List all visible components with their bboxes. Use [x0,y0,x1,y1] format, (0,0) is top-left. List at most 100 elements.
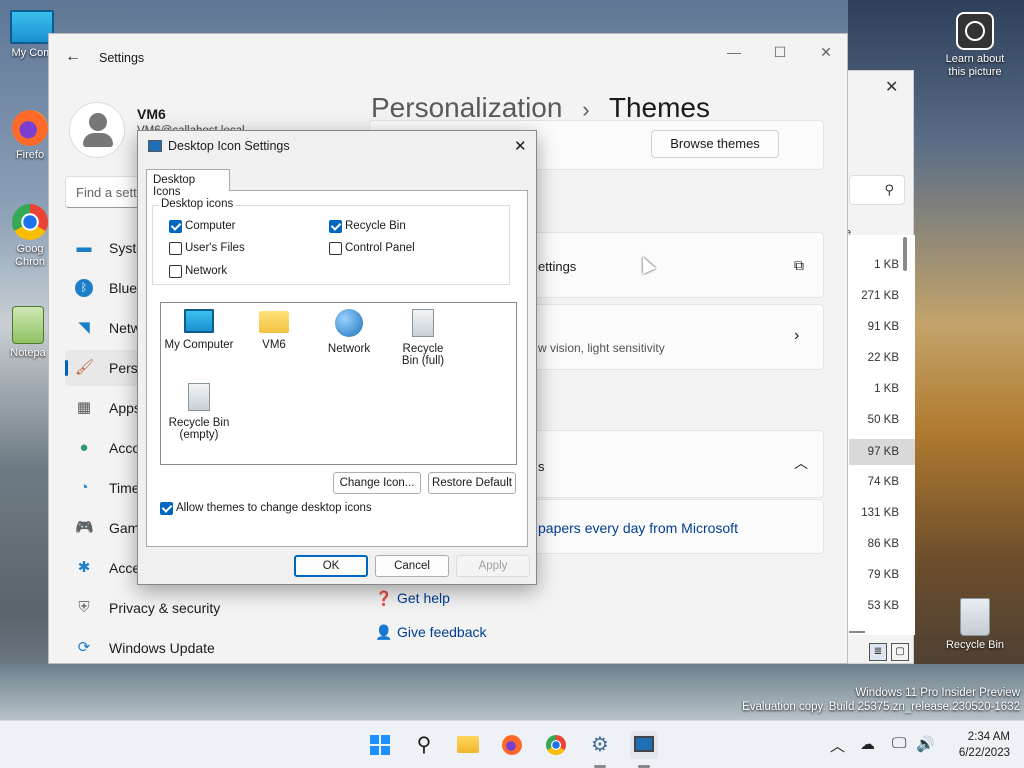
chrome-icon [12,204,48,240]
breadcrumb-separator: › [582,97,590,122]
search-box[interactable]: ⚲ [849,175,905,205]
file-size: 131 KB [861,507,899,519]
checkbox-box[interactable] [329,220,342,233]
avatar[interactable] [69,102,125,158]
cancel-button[interactable]: Cancel [375,555,449,577]
watermark-line2: Evaluation copy. Build 25375.zn_release.… [742,701,1020,713]
file-size: 91 KB [867,321,899,333]
details-view-button[interactable]: ≣ [869,643,887,661]
apply-button[interactable]: Apply [456,555,530,577]
settings-gear-icon[interactable]: ⚙ [586,731,614,768]
checkbox-label: User's Files [185,242,245,254]
nav-item-windows-update[interactable]: ⟳ Windows Update [65,630,285,663]
start-button[interactable] [366,731,394,759]
checkbox-label: Computer [185,220,236,232]
shield-icon: ⛨ [78,599,90,616]
recycle-bin-full-icon [412,309,434,337]
learn-about-picture[interactable]: Learn about this picture [938,12,1012,79]
breadcrumb-parent[interactable]: Personalization [371,92,562,123]
change-icon-button[interactable]: Change Icon... [333,472,421,494]
desktop-icon-label: Recycle Bin [945,639,1005,651]
wallpaper-left [0,0,48,720]
system-icon: ▬ [76,239,92,256]
row-label: s [538,459,545,474]
give-feedback-link[interactable]: 👤 Give feedback [375,624,487,641]
row-label: ettings [538,259,577,274]
accessibility-icon: ✱ [77,559,91,576]
clock[interactable]: 2:34 AM 6/22/2023 [940,729,1010,761]
chevron-right-icon: › [794,327,800,344]
dialog-title: Desktop Icon Settings [168,139,290,153]
desktop-icon-settings-taskbar-icon[interactable] [630,731,658,768]
evaluation-watermark: Windows 11 Pro Insider Preview Evaluatio… [742,686,1020,714]
restore-default-button[interactable]: Restore Default [428,472,516,494]
checkbox-label: Allow themes to change desktop icons [176,502,372,514]
checkbox-box[interactable] [329,242,342,255]
desktop-icon-recycle-bin[interactable]: Recycle Bin [942,598,1008,651]
network-icon: ◥ [78,319,90,336]
icon-item-recycle-bin-empty[interactable]: Recycle Bin (empty) [159,383,239,441]
clock-time: 2:34 AM [967,731,1010,743]
volume-icon[interactable]: 🔊 [916,735,935,753]
get-wallpapers-link[interactable]: papers every day from Microsoft [538,520,738,536]
icon-item-network[interactable]: Network [309,309,389,355]
close-icon[interactable]: ✕ [514,137,527,155]
tab-desktop-icons[interactable]: Desktop Icons [146,169,230,198]
help-icon: ❓ [375,590,393,606]
h-scrollbar[interactable] [849,631,865,633]
nav-item-privacy[interactable]: ⛨ Privacy & security [65,590,285,626]
back-arrow-icon[interactable]: ← [65,48,81,66]
notepad-icon [12,306,44,344]
explorer-window-bg[interactable]: ✕ ⚲ e 1 KB 271 KB 91 KB 22 KB 1 KB 50 KB… [838,70,915,664]
ok-button[interactable]: OK [294,555,368,577]
onedrive-icon[interactable]: ☁ [860,735,875,753]
scrollbar-thumb[interactable] [903,237,907,271]
nav-label: Windows Update [109,640,215,656]
file-explorer-icon[interactable] [454,731,482,759]
file-size: 1 KB [874,259,899,271]
file-size: 53 KB [867,600,899,612]
network-globe-icon [335,309,363,337]
icon-item-label: Network [327,343,371,355]
close-icon[interactable]: ✕ [811,44,841,61]
desktop-icon-label: Notepa [10,347,46,359]
firefox-icon [12,110,48,146]
minimize-icon[interactable]: — [719,44,749,60]
checkbox-box[interactable] [169,265,182,278]
title-bar[interactable]: ← Settings — ☐ ✕ [49,34,847,80]
get-help-link[interactable]: ❓ Get help [375,590,450,607]
file-size: 79 KB [867,569,899,581]
time-icon: ◔ [79,479,89,496]
nav-label: Gam [109,520,140,536]
tiles-view-button[interactable]: ▢ [891,643,909,661]
apps-icon: ▦ [76,399,92,416]
icon-list[interactable]: My Computer VM6 Network Recycle Bin (ful… [160,302,517,465]
recycle-bin-empty-icon [188,383,210,411]
chevron-up-icon: ︿ [794,455,808,471]
search-icon: ⚲ [884,182,894,197]
maximize-icon[interactable]: ☐ [765,44,795,61]
icon-item-recycle-bin-full[interactable]: Recycle Bin (full) [383,309,463,367]
icon-item-my-computer[interactable]: My Computer [159,309,239,351]
close-icon[interactable]: ✕ [885,77,898,97]
account-icon: ● [79,439,89,456]
update-icon: ⟳ [77,639,91,656]
search-icon[interactable]: ⚲ [410,731,438,759]
icon-item-label: Recycle Bin (full) [401,343,445,367]
file-list[interactable]: 1 KB 271 KB 91 KB 22 KB 1 KB 50 KB 97 KB… [839,235,915,635]
checkbox-label: Recycle Bin [345,220,406,232]
desktop-icon-label: Firefo [15,149,45,161]
chevron-up-icon[interactable]: ︿ [830,735,845,756]
brush-icon: 🖌 [75,359,95,376]
checkbox-box[interactable] [160,502,173,515]
desktop-icon-settings-dialog[interactable]: Desktop Icon Settings ✕ Desktop Icons De… [137,130,537,585]
gamepad-icon: 🎮 [75,519,94,536]
browse-themes-button[interactable]: Browse themes [651,130,779,158]
user-name: VM6 [137,106,166,122]
chrome-icon[interactable] [542,731,570,759]
firefox-icon[interactable] [498,731,526,759]
icon-item-vm6[interactable]: VM6 [234,309,314,351]
checkbox-box[interactable] [169,220,182,233]
checkbox-box[interactable] [169,242,182,255]
network-icon[interactable]: 🖵 [892,735,906,752]
